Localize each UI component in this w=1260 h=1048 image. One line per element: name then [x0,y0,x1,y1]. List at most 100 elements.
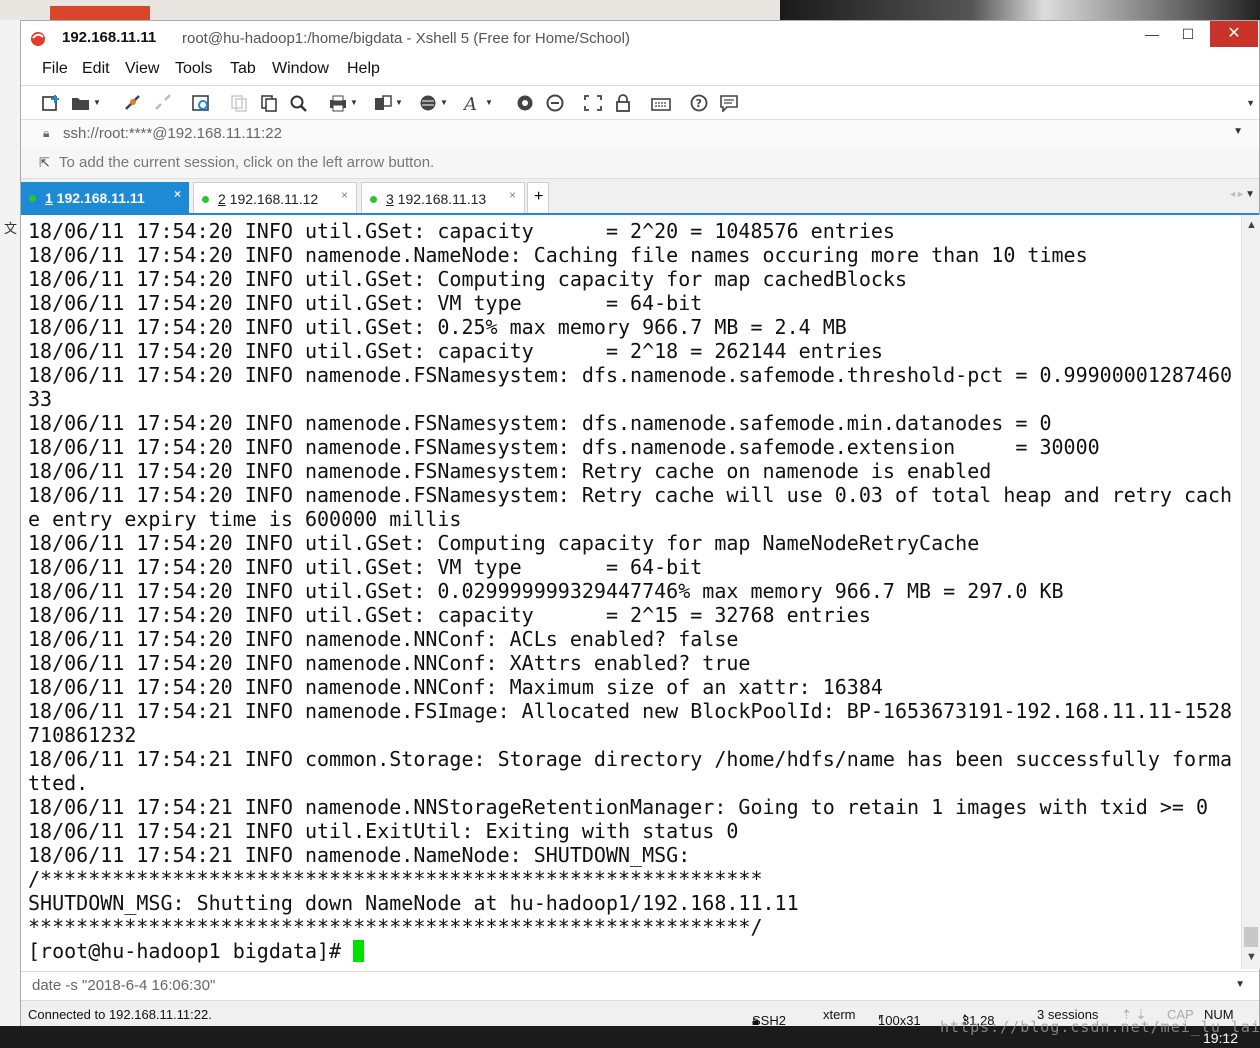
terminal-line: /***************************************… [28,867,763,891]
terminal-line: 18/06/11 17:54:21 INFO common.Storage: S… [28,747,1233,771]
tab-session-3[interactable]: 3 192.168.11.13 × [361,182,525,213]
tab-close-icon[interactable]: × [341,188,348,202]
terminal-line: 18/06/11 17:54:20 INFO namenode.FSNamesy… [28,459,992,483]
menu-file[interactable]: File [42,60,68,78]
terminal-prompt: [root@hu-hadoop1 bigdata]# [28,939,354,963]
minimize-button[interactable]: — [1135,21,1169,47]
compose-bar[interactable]: date -s "2018-6-4 16:06:30" ▼ [21,971,1259,1001]
print-icon[interactable]: ▼ [328,94,358,112]
help-icon[interactable]: ? [689,94,709,112]
terminal-output: 18/06/11 17:54:20 INFO util.GSet: capaci… [21,215,1240,963]
plus-icon: + [534,188,544,205]
terminal-line: 18/06/11 17:54:20 INFO namenode.NNConf: … [28,675,883,699]
disconnect-icon[interactable] [153,94,173,112]
address-input[interactable]: ssh://root:****@192.168.11.11:22 [63,125,282,142]
properties-icon[interactable] [191,94,211,112]
connected-dot-icon [202,196,209,203]
address-bar[interactable]: 🔒︎ ssh://root:****@192.168.11.11:22 ▼ [21,119,1259,149]
compose-dropdown-icon[interactable]: ▼ [1235,979,1245,990]
menu-tools[interactable]: Tools [175,60,212,78]
connected-dot-icon [370,196,377,203]
menu-tab[interactable]: Tab [230,60,256,78]
title-text: root@hu-hadoop1:/home/bigdata - Xshell 5… [182,30,630,47]
globe-icon[interactable]: ▼ [418,94,448,112]
paste-icon[interactable] [259,94,279,112]
address-dropdown-icon[interactable]: ▼ [1233,126,1243,137]
status-connected: Connected to 192.168.11.11:22. [28,1007,212,1022]
tab-list-icon[interactable]: ▼ [1245,189,1255,200]
terminal-line: 18/06/11 17:54:20 INFO util.GSet: capaci… [28,339,883,363]
session-tab-bar: 1 192.168.11.11 × 2 192.168.11.12 × 3 19… [21,179,1259,215]
menu-window[interactable]: Window [272,60,329,78]
terminal-line: ****************************************… [28,915,763,939]
menu-edit[interactable]: Edit [82,60,110,78]
connect-icon[interactable] [123,94,143,112]
tab-close-icon[interactable]: × [174,187,181,201]
terminal-line: 18/06/11 17:54:20 INFO util.GSet: Comput… [28,531,980,555]
terminal-line: 18/06/11 17:54:21 INFO util.ExitUtil: Ex… [28,819,739,843]
svg-text:?: ? [696,97,702,110]
terminal-scrollbar[interactable]: ▲ ▼ [1241,215,1260,969]
terminal-line: 18/06/11 17:54:21 INFO namenode.FSImage:… [28,699,1233,723]
scroll-up-icon[interactable]: ▲ [1246,219,1257,231]
terminal-line: 18/06/11 17:54:20 INFO util.GSet: 0.0299… [28,579,1064,603]
terminal-line: 18/06/11 17:54:20 INFO namenode.FSNamesy… [28,363,1233,387]
toolbar-overflow-icon[interactable]: ▼ [1246,98,1255,108]
menu-bar: File Edit View Tools Tab Window Help [21,55,1259,83]
terminal-line: SHUTDOWN_MSG: Shutting down NameNode at … [28,891,799,915]
tab-session-2-label: 192.168.11.12 [225,191,319,207]
desktop-strip [50,6,150,20]
taskbar: https://blog.csdn.net/mei_lu_lai 19:12 [0,1018,1260,1048]
menu-help[interactable]: Help [347,60,380,78]
taskbar-clock[interactable]: 19:12 [1203,1030,1238,1046]
terminal-line: 18/06/11 17:54:20 INFO util.GSet: Comput… [28,267,907,291]
fullscreen-icon[interactable] [583,94,603,112]
tab-close-icon[interactable]: × [509,188,516,202]
title-bar[interactable]: 192.168.11.11 root@hu-hadoop1:/home/bigd… [21,21,1259,55]
chat-icon[interactable] [719,94,739,113]
tab-session-2[interactable]: 2 192.168.11.12 × [193,182,357,213]
session-hint-text: To add the current session, click on the… [59,154,435,171]
compose-input[interactable]: date -s "2018-6-4 16:06:30" [32,977,215,994]
terminal-line: 18/06/11 17:54:20 INFO namenode.NNConf: … [28,651,751,675]
terminal-cursor [353,940,365,962]
terminal-line: 18/06/11 17:54:21 INFO namenode.NameNode… [28,843,691,867]
new-tab-button[interactable]: + [527,182,549,213]
keyboard-icon[interactable] [651,94,671,112]
open-folder-icon[interactable]: ▼ [71,94,101,112]
tab-scroll-icon[interactable]: ◂ ▸ [1230,189,1243,200]
xshell-window: 192.168.11.11 root@hu-hadoop1:/home/bigd… [20,20,1260,1028]
xftp-icon[interactable] [515,94,535,112]
font-icon[interactable]: A ▼ [462,94,493,115]
lock-icon[interactable] [613,94,633,112]
close-button[interactable]: ✕ [1210,21,1258,47]
terminal-line: 18/06/11 17:54:20 INFO namenode.FSNamesy… [28,435,1100,459]
tab-session-1-label: 192.168.11.11 [52,190,145,206]
title-ip: 192.168.11.11 [62,29,157,46]
tab-session-1[interactable]: 1 192.168.11.11 × [21,182,189,213]
menu-view[interactable]: View [125,60,159,78]
desktop-edge-glyph: 文 [4,221,18,236]
terminal-line: tted. [28,771,89,795]
scroll-down-icon[interactable]: ▼ [1246,951,1257,963]
copy-icon[interactable] [229,94,249,112]
terminal-line: 18/06/11 17:54:20 INFO namenode.FSNamesy… [28,411,1052,435]
desktop-background-top [0,0,1260,20]
toolbar: ▼ ▼ ▼ ▼ A ▼ ? ▼ [21,85,1259,120]
transfer-icon[interactable]: ▼ [373,94,403,112]
terminal-line: 18/06/11 17:54:20 INFO util.GSet: capaci… [28,219,895,243]
scrollbar-thumb[interactable] [1244,927,1258,947]
add-session-arrow-icon[interactable]: ⇱ [39,155,50,171]
svg-text:A: A [463,94,477,112]
tab-session-2-number: 2 [218,191,226,207]
terminal-area[interactable]: 18/06/11 17:54:20 INFO util.GSet: capaci… [21,215,1240,969]
new-session-icon[interactable] [41,94,61,112]
terminal-line: 18/06/11 17:54:20 INFO namenode.NNConf: … [28,627,739,651]
terminal-line: 18/06/11 17:54:20 INFO util.GSet: VM typ… [28,555,703,579]
terminal-line: 710861232 [28,723,137,747]
script-icon[interactable] [545,94,565,112]
maximize-button[interactable]: ☐ [1171,21,1205,47]
terminal-line: 18/06/11 17:54:20 INFO util.GSet: capaci… [28,603,871,627]
find-icon[interactable] [289,94,309,112]
connected-dot-icon [29,195,36,202]
